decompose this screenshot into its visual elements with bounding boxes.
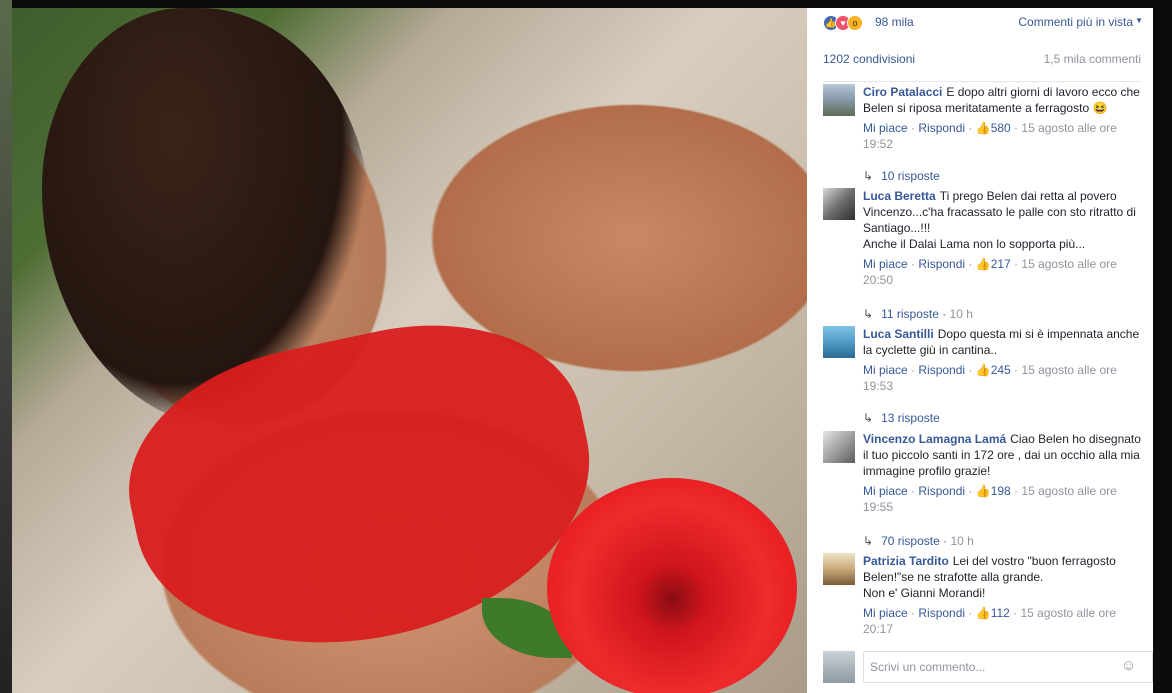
replies-count: 10 risposte	[881, 169, 940, 183]
page-backdrop-right	[1153, 8, 1172, 693]
post-stats: 1202 condivisioni 1,5 mila commenti	[823, 45, 1141, 82]
post-photo[interactable]	[12, 8, 807, 693]
thumbs-up-icon: 👍	[975, 606, 991, 620]
comment-author[interactable]: Luca Santilli	[863, 327, 934, 341]
comment-body: Luca Santilli Dopo questa mi si è impenna…	[863, 326, 1143, 394]
reply-link[interactable]: Rispondi	[918, 257, 965, 271]
replies-timestamp: 10 h	[949, 307, 973, 321]
comments-panel: 👍 ♥ o 98 mila Commenti più in vista ▼ 120…	[807, 8, 1153, 693]
comment-actions: Mi piace · Rispondi · 👍245 · 15 agosto a…	[863, 363, 1117, 393]
view-replies-link[interactable]: ↳ 11 risposte · 10 h	[863, 306, 973, 322]
reply-link[interactable]: Rispondi	[918, 363, 965, 377]
comment-like-count[interactable]: 217	[991, 257, 1011, 271]
comment-composer: ☺	[823, 651, 1153, 685]
replies-count: 70 risposte	[881, 534, 940, 548]
comment-like-count[interactable]: 112	[991, 606, 1010, 620]
reactions-bar: 👍 ♥ o 98 mila Commenti più in vista ▼	[823, 14, 1143, 34]
page-backdrop	[0, 0, 12, 693]
wow-icon: o	[847, 15, 863, 31]
comment-sort-dropdown[interactable]: Commenti più in vista ▼	[1018, 15, 1143, 29]
comment-actions: Mi piace · Rispondi · 👍217 · 15 agosto a…	[863, 257, 1117, 287]
like-link[interactable]: Mi piace	[863, 363, 908, 377]
comment-text: Luca Beretta Ti prego Belen dai retta al …	[863, 188, 1143, 236]
avatar[interactable]	[823, 326, 855, 358]
avatar[interactable]	[823, 84, 855, 116]
comment-actions: Mi piace · Rispondi · 👍198 · 15 agosto a…	[863, 484, 1117, 514]
thumbs-up-icon: 👍	[975, 363, 991, 377]
reply-arrow-icon: ↳	[863, 307, 874, 321]
reaction-icons[interactable]: 👍 ♥ o	[823, 14, 871, 32]
emoji-icon[interactable]: ☺	[1121, 658, 1137, 674]
reply-arrow-icon: ↳	[863, 411, 874, 425]
comment-actions: Mi piace · Rispondi · 👍580 · 15 agosto a…	[863, 121, 1117, 151]
comment-sort-label: Commenti più in vista	[1018, 15, 1134, 29]
comment-body: Luca Beretta Ti prego Belen dai retta al …	[863, 188, 1143, 288]
reply-link[interactable]: Rispondi	[918, 121, 965, 135]
comment-body: Vincenzo Lamagna Lamá Ciao Belen ho diseg…	[863, 431, 1143, 515]
comment-text: Vincenzo Lamagna Lamá Ciao Belen ho diseg…	[863, 431, 1143, 479]
comment-message-line2: Anche il Dalai Lama non lo sopporta più.…	[863, 237, 1086, 251]
comment-author[interactable]: Patrizia Tardito	[863, 554, 949, 568]
avatar[interactable]	[823, 553, 855, 585]
thumbs-up-icon: 👍	[975, 257, 991, 271]
view-replies-link[interactable]: ↳ 10 risposte	[863, 168, 940, 184]
reply-link[interactable]: Rispondi	[918, 484, 965, 498]
comments-count[interactable]: 1,5 mila commenti	[1044, 52, 1141, 66]
comment-text: Luca Santilli Dopo questa mi si è impenna…	[863, 326, 1143, 358]
comment-author[interactable]: Vincenzo Lamagna Lamá	[863, 432, 1006, 446]
avatar[interactable]	[823, 431, 855, 463]
like-link[interactable]: Mi piace	[863, 606, 908, 620]
view-replies-link[interactable]: ↳ 13 risposte	[863, 410, 940, 426]
thumbs-up-icon: 👍	[975, 484, 991, 498]
view-replies-link[interactable]: ↳ 70 risposte · 10 h	[863, 533, 974, 549]
comment-input[interactable]	[863, 651, 1153, 683]
comment-author[interactable]: Ciro Patalacci	[863, 85, 942, 99]
comment-text: Patrizia Tardito Lei del vostro "buon fer…	[863, 553, 1143, 585]
replies-timestamp: 10 h	[950, 534, 974, 548]
comment-message-line2: Non e' Gianni Morandi!	[863, 586, 986, 600]
avatar[interactable]	[823, 188, 855, 220]
comment-like-count[interactable]: 245	[991, 363, 1011, 377]
photo-hibiscus-flower-shape	[547, 478, 797, 693]
like-link[interactable]: Mi piace	[863, 484, 908, 498]
like-link[interactable]: Mi piace	[863, 257, 908, 271]
comment-text: Ciro Patalacci E dopo altri giorni di lav…	[863, 84, 1143, 116]
avatar[interactable]	[823, 651, 855, 683]
comment-like-count[interactable]: 580	[991, 121, 1011, 135]
comment-body: Patrizia Tardito Lei del vostro "buon fer…	[863, 553, 1143, 637]
chevron-down-icon: ▼	[1135, 16, 1143, 25]
replies-count: 11 risposte	[881, 307, 939, 321]
reply-link[interactable]: Rispondi	[918, 606, 965, 620]
comment-author[interactable]: Luca Beretta	[863, 189, 936, 203]
comment-actions: Mi piace · Rispondi · 👍112 · 15 agosto a…	[863, 606, 1116, 636]
reaction-count[interactable]: 98 mila	[875, 15, 914, 29]
thumbs-up-icon: 👍	[975, 121, 991, 135]
like-link[interactable]: Mi piace	[863, 121, 908, 135]
replies-count: 13 risposte	[881, 411, 940, 425]
comment-like-count[interactable]: 198	[991, 484, 1011, 498]
shares-count[interactable]: 1202 condivisioni	[823, 52, 915, 66]
comment-body: Ciro Patalacci E dopo altri giorni di lav…	[863, 84, 1143, 152]
reply-arrow-icon: ↳	[863, 169, 874, 183]
reply-arrow-icon: ↳	[863, 534, 874, 548]
